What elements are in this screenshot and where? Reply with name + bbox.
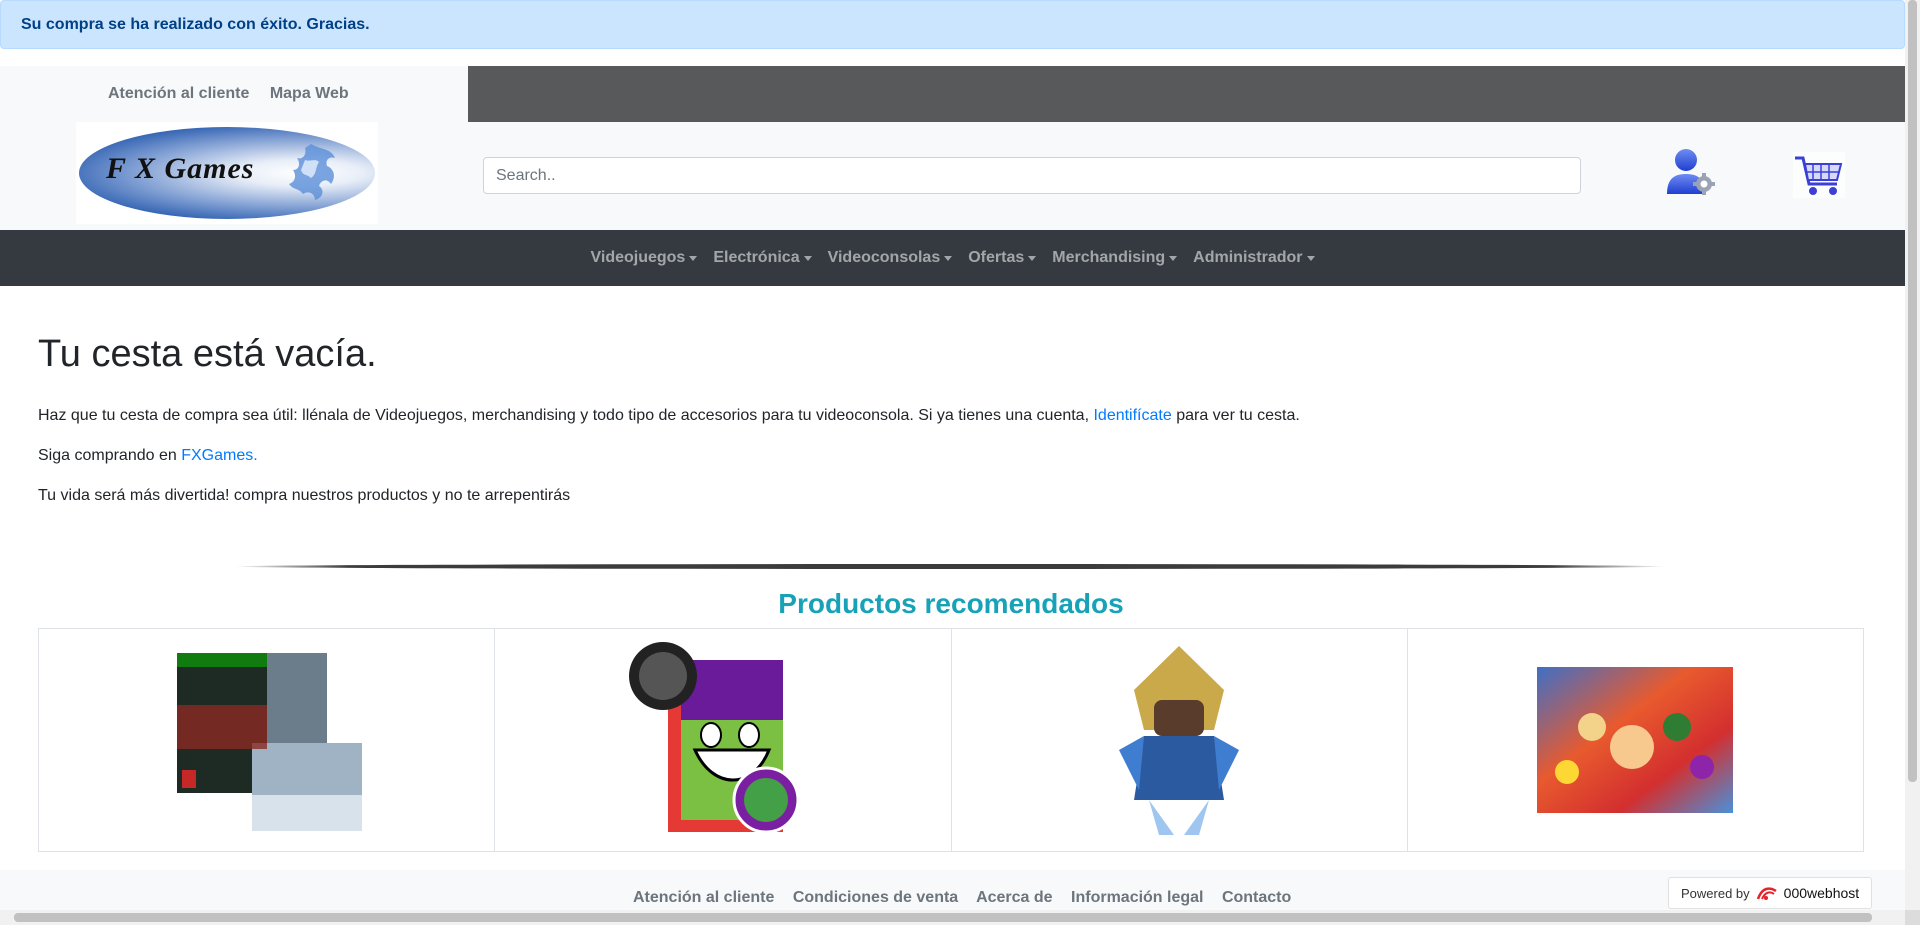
login-link[interactable]: Identifícate xyxy=(1093,407,1171,424)
alert-message: Su compra se ha realizado con éxito. Gra… xyxy=(21,16,370,33)
powered-label: Powered by xyxy=(1681,885,1750,901)
nav-administrador[interactable]: Administrador xyxy=(1185,241,1322,275)
nav-label: Administrador xyxy=(1193,249,1303,266)
page: Su compra se ha realizado con éxito. Gra… xyxy=(0,0,1920,925)
customer-service-link[interactable]: Atención al cliente xyxy=(108,85,249,102)
powered-brand: 000webhost xyxy=(1783,885,1860,901)
recommended-products xyxy=(38,628,1864,852)
product-image-one-piece xyxy=(1537,667,1734,813)
continue-shopping: Siga comprando en FXGames. xyxy=(38,447,258,465)
header: Atención al cliente Mapa Web F X Games xyxy=(0,66,1905,230)
top-links: Atención al cliente Mapa Web xyxy=(108,85,365,103)
search-input[interactable] xyxy=(483,157,1581,194)
caret-down-icon xyxy=(1306,255,1315,261)
caret-down-icon xyxy=(1169,255,1178,261)
nav-electronica[interactable]: Electrónica xyxy=(705,241,819,275)
header-banner xyxy=(468,66,1905,122)
caret-down-icon xyxy=(689,255,698,261)
nav-label: Merchandising xyxy=(1052,249,1166,266)
vertical-scrollbar[interactable] xyxy=(1905,0,1920,910)
product-image-metro xyxy=(176,653,362,831)
empty-cart-message: Haz que tu cesta de compra sea útil: llé… xyxy=(38,407,1300,425)
nav-label: Videoconsolas xyxy=(827,249,941,266)
dragon-emblem-icon xyxy=(289,144,335,200)
nav-label: Videojuegos xyxy=(590,249,686,266)
powered-by-badge[interactable]: Powered by 000webhost xyxy=(1668,877,1872,909)
caret-down-icon xyxy=(1028,255,1037,261)
vertical-scroll-thumb[interactable] xyxy=(1908,0,1917,782)
product-card[interactable] xyxy=(952,629,1408,851)
caret-down-icon xyxy=(944,255,953,261)
footer-legal-link[interactable]: Información legal xyxy=(1071,889,1203,906)
user-settings-icon[interactable] xyxy=(1665,148,1715,196)
scrollbar-corner xyxy=(1905,910,1920,925)
home-link[interactable]: FXGames. xyxy=(181,447,257,464)
recommended-title: Productos recomendados xyxy=(778,588,1124,619)
caret-down-icon xyxy=(803,255,812,261)
product-card[interactable] xyxy=(39,629,496,851)
horizontal-scrollbar[interactable] xyxy=(0,910,1905,925)
footer-customer-service-link[interactable]: Atención al cliente xyxy=(633,889,774,906)
message-text: Haz que tu cesta de compra sea útil: llé… xyxy=(38,407,1094,424)
logo[interactable]: F X Games xyxy=(76,122,378,224)
divider xyxy=(234,564,1666,569)
nav-videoconsolas[interactable]: Videoconsolas xyxy=(820,241,961,275)
nav-label: Ofertas xyxy=(968,249,1025,266)
product-card[interactable] xyxy=(495,629,952,851)
nav-ofertas[interactable]: Ofertas xyxy=(960,241,1044,275)
footer-links: Atención al cliente Condiciones de venta… xyxy=(633,889,1305,907)
footer-contact-link[interactable]: Contacto xyxy=(1222,889,1291,906)
footer-about-link[interactable]: Acerca de xyxy=(976,889,1053,906)
horizontal-scroll-thumb[interactable] xyxy=(14,913,1872,922)
footer-terms-link[interactable]: Condiciones de venta xyxy=(793,889,958,906)
success-alert: Su compra se ha realizado con éxito. Gra… xyxy=(0,0,1905,49)
message-text-end: para ver tu cesta. xyxy=(1171,407,1300,424)
product-image-lego-dc xyxy=(628,642,800,834)
webhost-logo-icon xyxy=(1756,887,1777,900)
logo-text: F X Games xyxy=(106,152,255,185)
nav-merchandising[interactable]: Merchandising xyxy=(1044,241,1185,275)
page-title: Tu cesta está vacía. xyxy=(38,333,377,375)
sitemap-link[interactable]: Mapa Web xyxy=(270,85,349,102)
main-navbar: Videojuegos Electrónica Videoconsolas Of… xyxy=(0,230,1905,286)
continue-text: Siga comprando en xyxy=(38,447,182,464)
product-card[interactable] xyxy=(1408,629,1863,851)
nav-videojuegos[interactable]: Videojuegos xyxy=(582,241,705,275)
promo-text: Tu vida será más divertida! compra nuest… xyxy=(38,487,571,504)
shopping-cart-icon[interactable] xyxy=(1793,152,1845,198)
footer: Atención al cliente Condiciones de venta… xyxy=(0,870,1905,910)
nav-label: Electrónica xyxy=(713,249,800,266)
product-image-funko xyxy=(1119,646,1240,835)
